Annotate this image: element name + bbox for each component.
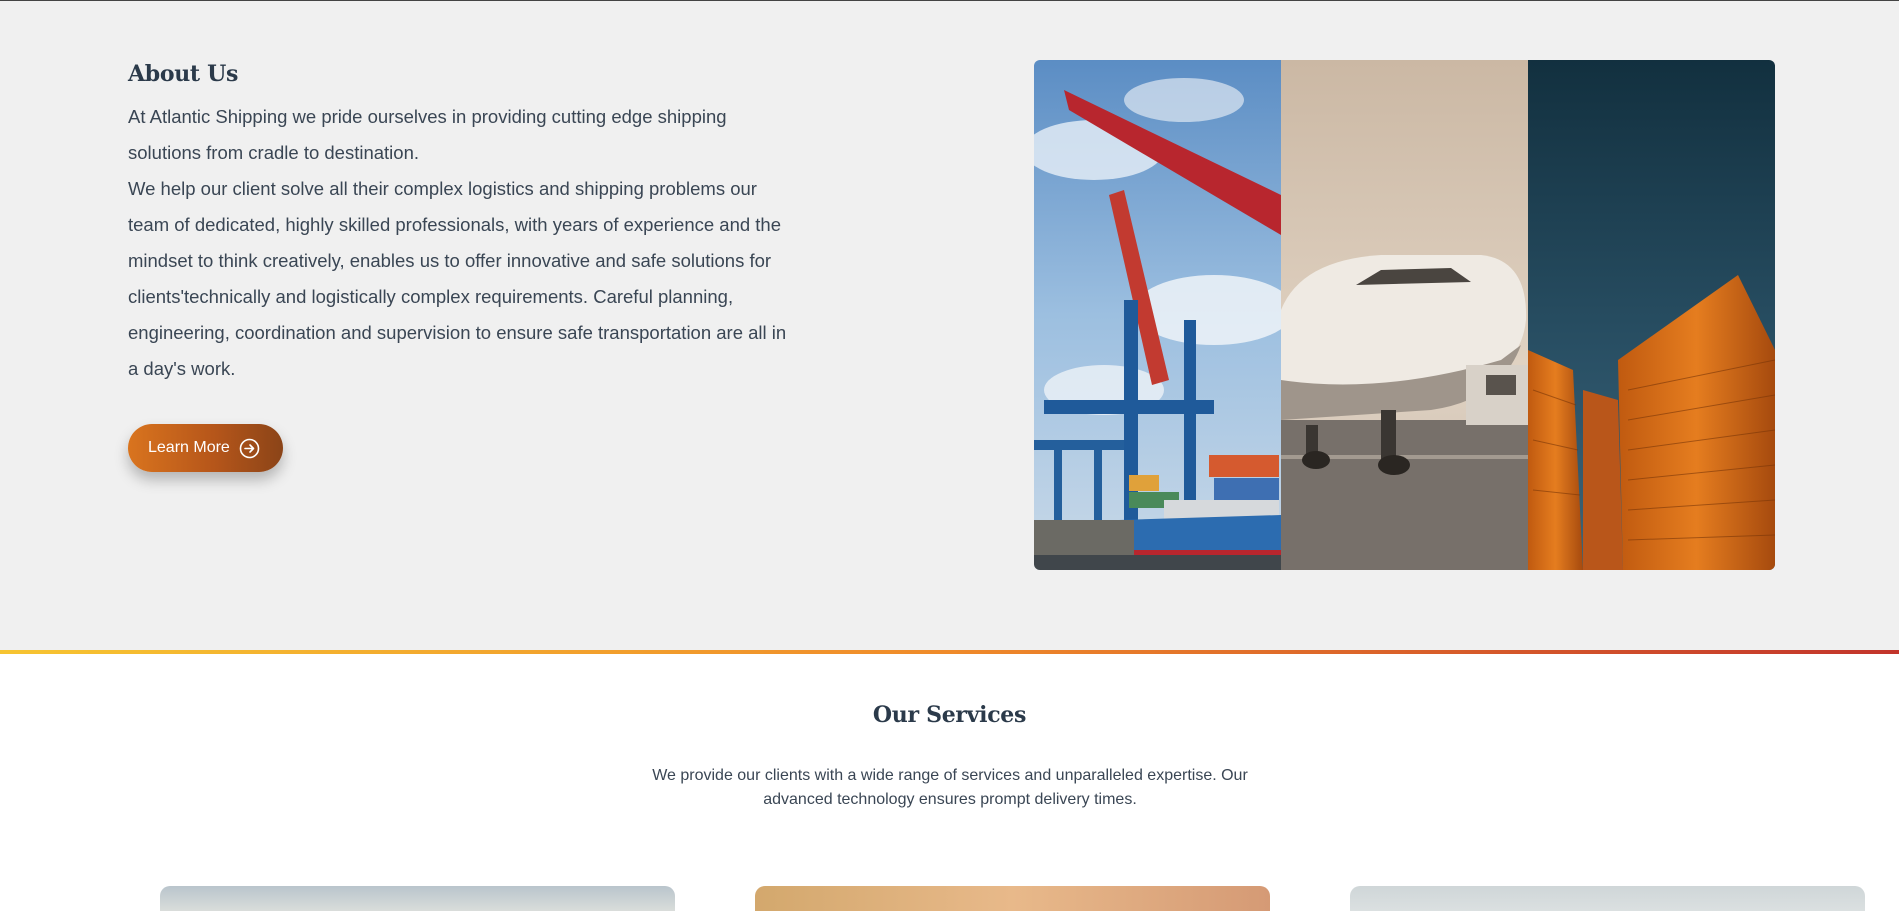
about-paragraph-2: We help our client solve all their compl… — [128, 178, 787, 379]
about-body: At Atlantic Shipping we pride ourselves … — [128, 99, 788, 387]
about-paragraph-1: At Atlantic Shipping we pride ourselves … — [128, 106, 727, 163]
about-section: About Us At Atlantic Shipping we pride o… — [0, 1, 1899, 650]
service-card-2[interactable] — [755, 886, 1270, 911]
service-card-3[interactable] — [1350, 886, 1865, 911]
service-card-1[interactable] — [160, 886, 675, 911]
airplane-photo — [1281, 60, 1528, 570]
services-section: Our Services We provide our clients with… — [0, 654, 1899, 911]
about-text-block: About Us At Atlantic Shipping we pride o… — [128, 61, 788, 387]
about-image-gallery — [1034, 60, 1775, 570]
learn-more-button[interactable]: Learn More — [128, 424, 283, 472]
services-title: Our Services — [872, 702, 1027, 728]
shipping-containers-photo — [1528, 60, 1775, 570]
arrow-circle-right-icon — [239, 438, 260, 459]
services-description: We provide our clients with a wide range… — [652, 767, 1248, 808]
learn-more-label: Learn More — [148, 439, 230, 456]
about-title: About Us — [128, 61, 239, 87]
port-crane-photo — [1034, 60, 1281, 570]
